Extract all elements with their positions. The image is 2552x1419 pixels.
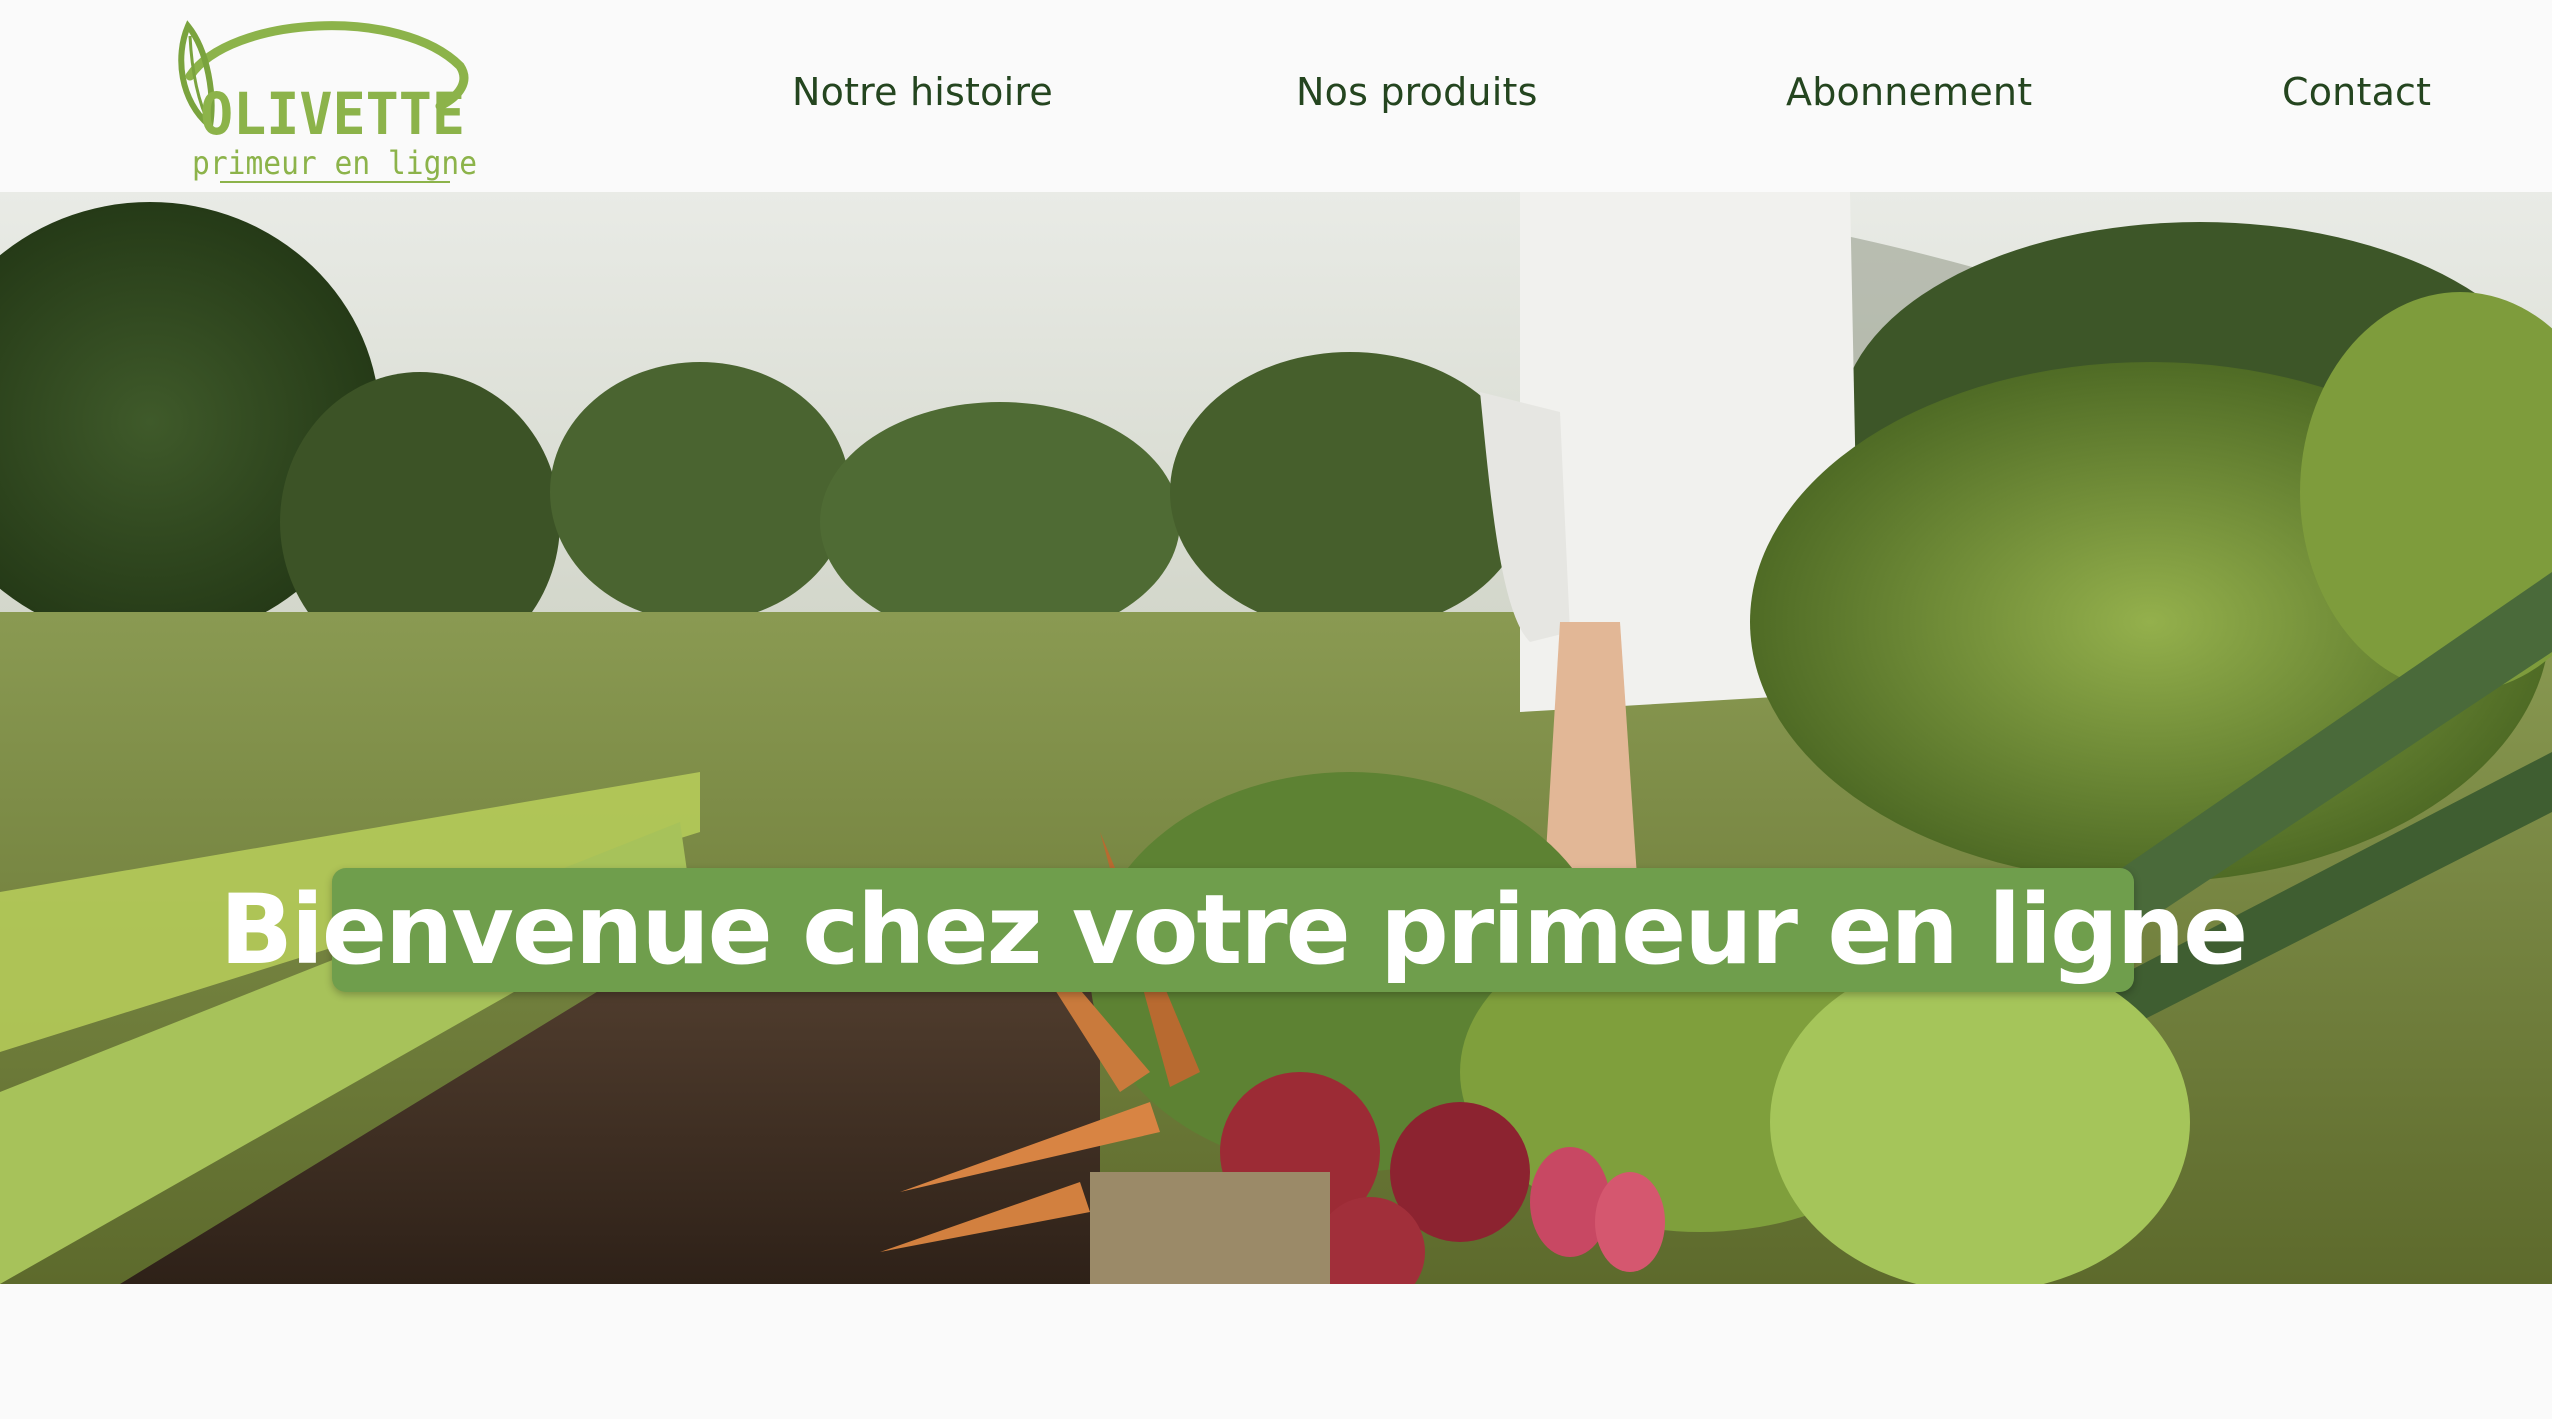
hero-banner: Bienvenue chez votre primeur en ligne — [220, 868, 2248, 992]
logo-tagline: primeur en ligne — [192, 144, 477, 182]
page-bottom-area — [0, 1284, 2552, 1419]
hero-section: Bienvenue chez votre primeur en ligne — [0, 192, 2552, 1284]
logo-wordmark: OLIVETTE — [200, 80, 465, 148]
nav-link-contact[interactable]: Contact — [2282, 70, 2431, 114]
vegetable-garden-photo — [0, 192, 2552, 1284]
nav-link-nos-produits[interactable]: Nos produits — [1296, 70, 1538, 114]
nav-link-notre-histoire[interactable]: Notre histoire — [792, 70, 1053, 114]
olive-leaf-icon: OLIVETTE primeur en ligne — [178, 20, 477, 183]
hero-title: Bienvenue chez votre primeur en ligne — [219, 874, 2248, 986]
olivette-logo[interactable]: OLIVETTE primeur en ligne — [170, 6, 490, 186]
site-header: OLIVETTE primeur en ligne Notre histoire… — [0, 0, 2552, 192]
nav-link-abonnement[interactable]: Abonnement — [1786, 70, 2032, 114]
